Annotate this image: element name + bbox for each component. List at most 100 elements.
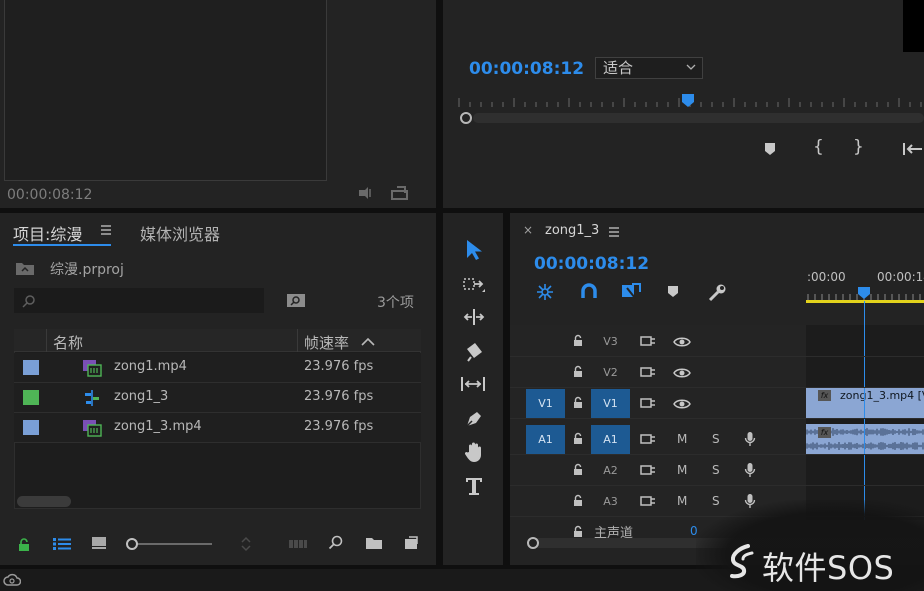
- timeline-menu-icon[interactable]: [608, 226, 620, 238]
- track-target-v3[interactable]: V3: [591, 335, 630, 348]
- mark-out-icon[interactable]: }: [853, 137, 864, 157]
- playhead-icon[interactable]: [857, 286, 871, 300]
- list-item[interactable]: zong1.mp4 23.976 fps: [14, 353, 421, 383]
- solo-button[interactable]: S: [712, 432, 720, 446]
- lock-icon[interactable]: [572, 463, 584, 476]
- mute-button[interactable]: M: [677, 463, 687, 477]
- pen-tool-icon[interactable]: [463, 408, 485, 430]
- lock-icon[interactable]: [572, 525, 584, 538]
- zoom-scrollbar[interactable]: [473, 113, 924, 123]
- list-item-framerate: 23.976 fps: [304, 389, 374, 404]
- linked-selection-icon[interactable]: [620, 282, 642, 302]
- track-target-a2[interactable]: A2: [591, 464, 630, 477]
- video-clip[interactable]: fx zong1_3.mp4 [V]: [806, 388, 924, 418]
- automate-to-sequence-icon[interactable]: [288, 538, 308, 550]
- creative-cloud-icon[interactable]: [3, 573, 21, 587]
- list-item[interactable]: zong1_3.mp4 23.976 fps: [14, 413, 421, 443]
- track-target-v2[interactable]: V2: [591, 366, 630, 379]
- list-item-name: zong1_3: [114, 389, 169, 404]
- sort-icon[interactable]: [240, 535, 252, 553]
- sync-lock-icon[interactable]: [640, 397, 656, 409]
- lock-icon[interactable]: [572, 432, 584, 445]
- watermark-text: 软件SOS: [762, 549, 895, 587]
- program-monitor-panel: 00:00:08:12 适合 { }: [443, 0, 924, 208]
- label-color-swatch[interactable]: [23, 360, 39, 375]
- hand-tool-icon[interactable]: [463, 441, 485, 463]
- lock-icon[interactable]: [572, 494, 584, 507]
- new-bin-icon[interactable]: [365, 536, 383, 550]
- lock-icon[interactable]: [17, 538, 31, 552]
- slip-tool-icon[interactable]: [460, 374, 486, 394]
- label-color-swatch[interactable]: [23, 390, 39, 405]
- close-tab-icon[interactable]: ×: [523, 223, 533, 237]
- go-to-in-icon[interactable]: [902, 141, 924, 157]
- fit-dropdown[interactable]: 适合: [595, 57, 703, 79]
- video-clip-icon: [82, 358, 102, 378]
- tab-media-browser[interactable]: 媒体浏览器: [140, 221, 220, 245]
- overwrite-icon[interactable]: [390, 185, 410, 201]
- solo-button[interactable]: S: [712, 463, 720, 477]
- program-timecode[interactable]: 00:00:08:12: [469, 59, 584, 79]
- zoom-slider[interactable]: [126, 537, 212, 551]
- tab-project[interactable]: 项目:综漫: [13, 221, 82, 245]
- source-patch-a1[interactable]: A1: [526, 425, 565, 454]
- panel-menu-icon[interactable]: [100, 224, 112, 236]
- find-bin-icon[interactable]: [286, 292, 306, 308]
- eye-icon[interactable]: [673, 336, 691, 348]
- search-input[interactable]: [14, 288, 264, 313]
- lock-icon[interactable]: [572, 396, 584, 409]
- add-marker-icon[interactable]: [667, 285, 679, 299]
- track-target-a1[interactable]: A1: [591, 425, 630, 454]
- track-divider: [510, 454, 924, 455]
- eye-icon[interactable]: [673, 398, 691, 410]
- sync-lock-icon[interactable]: [640, 335, 656, 347]
- nest-icon[interactable]: [536, 283, 554, 301]
- timeline-timecode[interactable]: 00:00:08:12: [534, 254, 649, 274]
- list-item[interactable]: zong1_3 23.976 fps: [14, 383, 421, 413]
- work-area-bar[interactable]: [806, 300, 924, 303]
- track-target-v1[interactable]: V1: [591, 389, 630, 418]
- column-framerate[interactable]: 帧速率: [304, 332, 349, 353]
- sort-ascending-icon[interactable]: [361, 337, 375, 347]
- sync-lock-icon[interactable]: [640, 495, 656, 507]
- scrollbar-handle[interactable]: [527, 537, 539, 549]
- sync-lock-icon[interactable]: [640, 433, 656, 445]
- sync-lock-icon[interactable]: [640, 464, 656, 476]
- mic-icon[interactable]: [744, 431, 756, 447]
- mute-button[interactable]: M: [677, 494, 687, 508]
- track-content-area: [806, 325, 924, 520]
- snap-icon[interactable]: [580, 283, 598, 301]
- tab-sequence[interactable]: zong1_3: [545, 223, 599, 238]
- folder-up-icon[interactable]: [15, 260, 35, 276]
- slider-thumb[interactable]: [126, 538, 138, 550]
- icon-view-icon[interactable]: [91, 536, 107, 550]
- sync-lock-icon[interactable]: [640, 366, 656, 378]
- find-icon[interactable]: [328, 535, 344, 551]
- mute-button[interactable]: M: [677, 432, 687, 446]
- mic-icon[interactable]: [744, 462, 756, 478]
- add-marker-icon[interactable]: [763, 141, 777, 157]
- lock-icon[interactable]: [572, 365, 584, 378]
- track-divider: [510, 387, 924, 388]
- list-horizontal-scrollbar[interactable]: [17, 496, 71, 507]
- column-name[interactable]: 名称: [53, 332, 83, 353]
- source-patch-v1[interactable]: V1: [526, 389, 565, 418]
- track-target-a3[interactable]: A3: [591, 495, 630, 508]
- mark-in-icon[interactable]: {: [813, 137, 824, 157]
- razor-tool-icon[interactable]: [463, 341, 485, 363]
- ripple-edit-tool-icon[interactable]: [462, 307, 486, 327]
- playhead-icon[interactable]: [681, 93, 695, 107]
- settings-wrench-icon[interactable]: [707, 283, 727, 303]
- list-view-icon[interactable]: [52, 537, 72, 551]
- selection-tool-icon[interactable]: [462, 238, 484, 262]
- source-preview: [4, 0, 327, 181]
- label-color-swatch[interactable]: [23, 420, 39, 435]
- insert-icon[interactable]: [357, 186, 375, 200]
- lock-icon[interactable]: [572, 334, 584, 347]
- type-tool-icon[interactable]: [464, 475, 484, 497]
- track-select-tool-icon[interactable]: [462, 275, 486, 295]
- scrollbar-handle[interactable]: [460, 112, 472, 124]
- audio-clip[interactable]: fx: [806, 424, 924, 455]
- new-item-icon[interactable]: [403, 535, 419, 551]
- eye-icon[interactable]: [673, 367, 691, 379]
